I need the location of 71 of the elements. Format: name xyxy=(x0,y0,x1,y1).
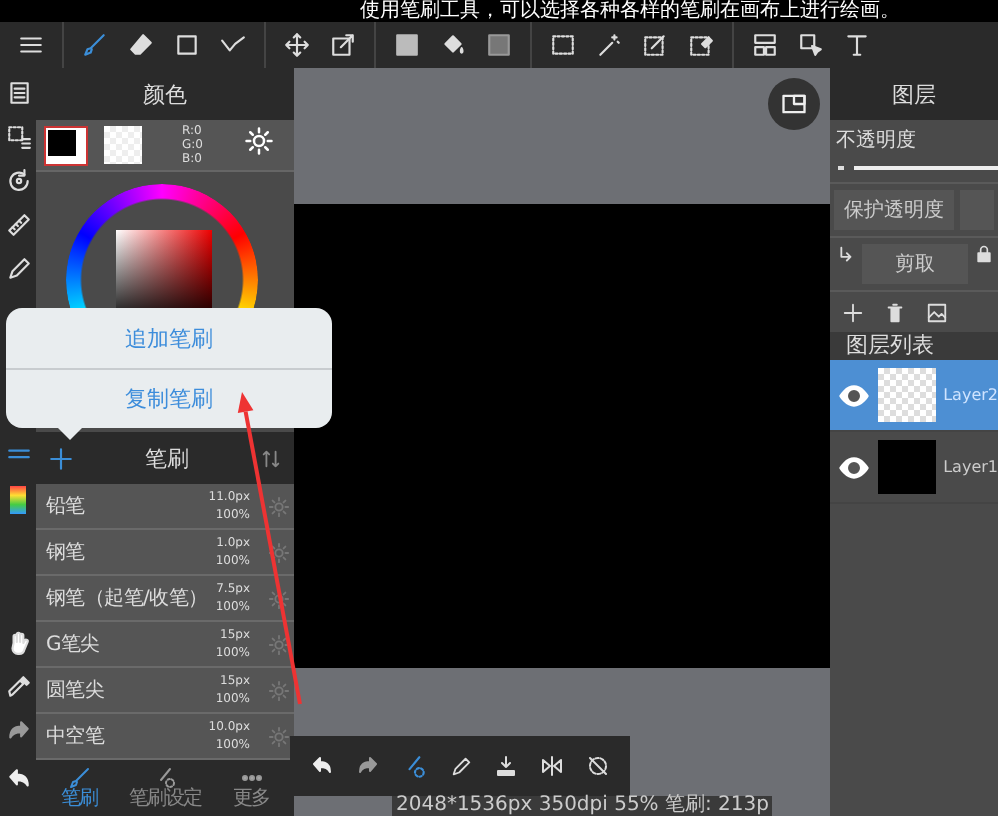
select-cursor-icon[interactable] xyxy=(798,32,824,58)
flip-icon[interactable] xyxy=(540,754,565,778)
add-icon[interactable] xyxy=(48,445,74,471)
undo-icon[interactable] xyxy=(309,754,334,778)
sort-icon[interactable] xyxy=(260,447,282,469)
pen-icon[interactable] xyxy=(449,755,472,777)
redo-icon[interactable] xyxy=(5,718,31,744)
lock-icon[interactable] xyxy=(974,244,994,264)
select-eraser-icon[interactable] xyxy=(688,32,714,58)
layer-name: Layer1 xyxy=(943,458,998,476)
minus-icon xyxy=(838,166,844,170)
layer-row[interactable]: Layer2 xyxy=(830,360,998,432)
brush-name[interactable]: 钢笔 xyxy=(46,538,216,566)
layer-name: Layer2 xyxy=(943,386,998,404)
panel-tab[interactable]: 笔刷 xyxy=(36,760,122,816)
transparent-swatch[interactable] xyxy=(104,126,142,164)
status-bar: 2048*1536px 350dpi 55% 笔刷: 213p xyxy=(392,796,773,816)
selection-icon[interactable] xyxy=(550,32,576,58)
download-icon[interactable] xyxy=(494,754,519,778)
brush-name[interactable]: 钢笔（起笔/收笔） xyxy=(46,584,216,612)
selection-layer-icon[interactable] xyxy=(5,124,31,150)
move-icon[interactable] xyxy=(284,32,310,58)
image-icon[interactable] xyxy=(926,301,948,323)
redo-icon[interactable] xyxy=(355,754,380,778)
brush-name[interactable]: 中空笔 xyxy=(46,722,209,750)
eyedropper-icon[interactable] xyxy=(5,674,31,700)
trash-icon[interactable] xyxy=(884,301,906,323)
transform-icon[interactable] xyxy=(330,32,356,58)
protect-transparency-button[interactable]: 保护透明度 xyxy=(834,190,954,230)
eye-icon[interactable] xyxy=(838,451,870,483)
brush-icon[interactable] xyxy=(82,32,108,58)
hint-text: 使用笔刷工具，可以选择各种各样的笔刷在画布上进行绘画。 xyxy=(360,0,900,22)
color-bar-icon[interactable] xyxy=(10,486,26,514)
brush-name[interactable]: G笔尖 xyxy=(46,630,216,658)
list-title: 图层列表 xyxy=(830,332,998,360)
panel-tab[interactable]: 更多 xyxy=(208,760,294,816)
rotate-icon[interactable] xyxy=(5,168,31,194)
layers-icon[interactable] xyxy=(5,80,31,106)
select-pen-icon[interactable] xyxy=(642,32,668,58)
brush-name[interactable]: 铅笔 xyxy=(46,492,209,520)
window-icon xyxy=(780,90,808,118)
panel-tab[interactable]: 笔刷设定 xyxy=(122,760,208,816)
window-button[interactable] xyxy=(768,78,820,130)
panel-title: 图层 xyxy=(830,68,998,120)
layer-row[interactable]: Layer1 xyxy=(830,432,998,504)
brush-name[interactable]: 圆笔尖 xyxy=(46,676,216,704)
fill-icon[interactable] xyxy=(394,32,420,58)
rectangle-icon[interactable] xyxy=(174,32,200,58)
menu-item[interactable]: 追加笔刷 xyxy=(6,308,332,368)
panel-title: 颜色 xyxy=(36,68,294,120)
brush-icon xyxy=(67,766,91,790)
magic-wand-icon[interactable] xyxy=(596,32,622,58)
rotation-lock-icon[interactable] xyxy=(586,754,611,778)
ruler-icon[interactable] xyxy=(5,212,31,238)
pen-icon[interactable] xyxy=(5,256,31,282)
menu-icon[interactable] xyxy=(18,32,44,58)
clip-button[interactable]: 剪取 xyxy=(862,244,968,284)
hand-icon[interactable] xyxy=(5,630,31,656)
opacity-label: 不透明度 xyxy=(834,127,918,154)
text-icon[interactable] xyxy=(844,32,870,58)
layer-thumbnail xyxy=(878,440,936,494)
clip-icon[interactable] xyxy=(834,244,856,266)
color-swatch-drawing[interactable] xyxy=(44,125,88,165)
bucket-icon[interactable] xyxy=(440,32,466,58)
undo-icon[interactable] xyxy=(5,766,31,792)
polyline-icon[interactable] xyxy=(220,32,246,58)
panel-title: 笔刷 xyxy=(143,443,191,473)
layout-icon[interactable] xyxy=(752,32,778,58)
eraser-icon[interactable] xyxy=(128,32,154,58)
eye-icon[interactable] xyxy=(838,379,870,411)
layer-thumbnail xyxy=(878,368,936,422)
